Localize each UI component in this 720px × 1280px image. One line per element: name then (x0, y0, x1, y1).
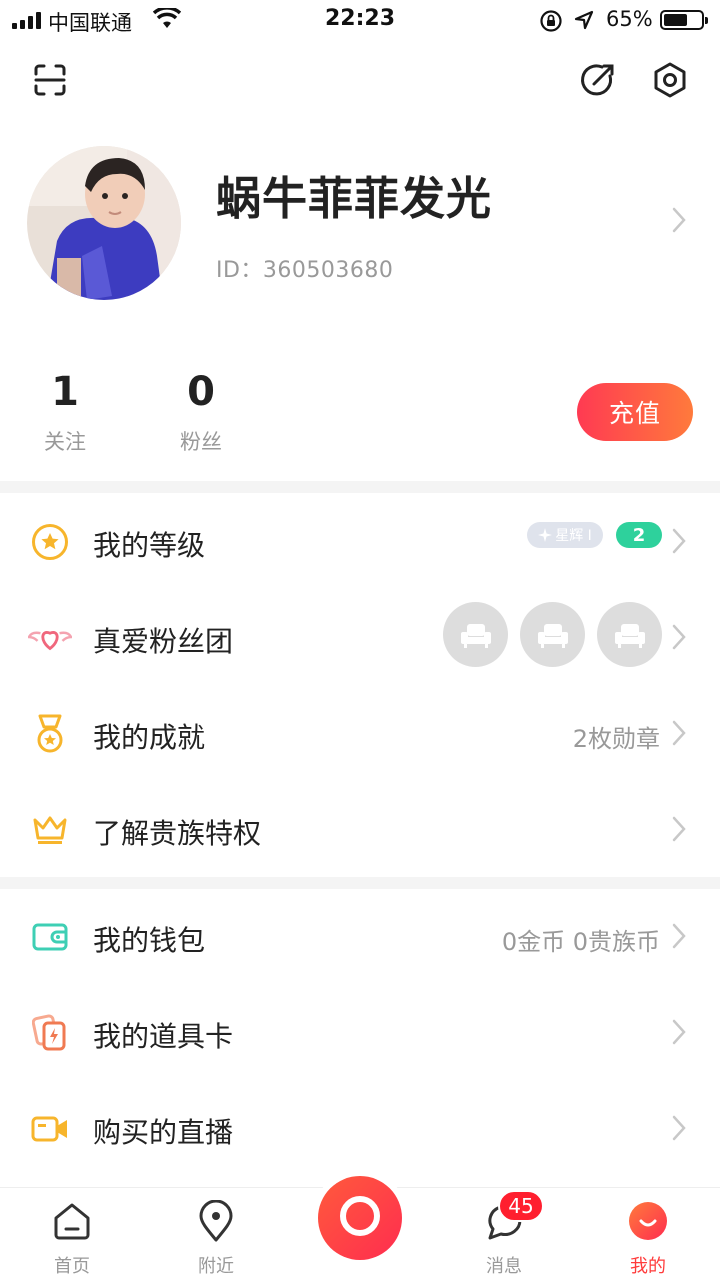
avatar[interactable] (27, 146, 181, 300)
settings-button[interactable] (648, 60, 692, 104)
menu-item-level[interactable]: 我的等级 星辉 I 2 (0, 494, 720, 590)
chevron-right-icon (672, 923, 686, 953)
battery-icon (660, 10, 708, 30)
chevron-right-icon (672, 1019, 686, 1049)
fans-stat[interactable]: 0 粉丝 (151, 364, 251, 456)
status-bar: 中国联通 22:23 65% (0, 0, 720, 40)
nickname[interactable]: 蜗牛菲菲发光 (216, 162, 492, 227)
live-ring-icon (338, 1194, 382, 1242)
scan-button[interactable] (28, 60, 72, 104)
tab-label: 我的 (630, 1256, 666, 1277)
user-id: ID：360503680 (216, 258, 394, 283)
menu-item-label: 真爱粉丝团 (93, 625, 234, 658)
following-stat[interactable]: 1 关注 (15, 364, 115, 456)
following-label: 关注 (44, 430, 86, 454)
menu-item-fan-club[interactable]: 真爱粉丝团 (0, 590, 720, 686)
section-divider (0, 481, 720, 493)
wallet-icon (28, 915, 72, 959)
chevron-right-icon (672, 528, 686, 558)
menu-item-label: 我的等级 (93, 529, 206, 562)
crown-icon (28, 808, 72, 852)
chevron-right-icon (672, 624, 686, 654)
menu-item-value: 0金币 0贵族币 (501, 928, 660, 956)
section-divider (0, 877, 720, 889)
menu-item-achievements[interactable]: 我的成就 2枚勋章 (0, 686, 720, 782)
menu-item-prop-cards[interactable]: 我的道具卡 (0, 985, 720, 1081)
menu-item-label: 我的成就 (93, 721, 206, 754)
tab-label: 消息 (486, 1256, 522, 1277)
video-camera-icon (28, 1107, 72, 1151)
menu-item-nobility[interactable]: 了解贵族特权 (0, 782, 720, 878)
menu-item-label: 了解贵族特权 (93, 817, 262, 850)
menu-item-label: 我的道具卡 (93, 1020, 234, 1053)
home-icon (27, 1198, 117, 1244)
menu-item-wallet[interactable]: 我的钱包 0金币 0贵族币 (0, 889, 720, 985)
message-count-badge: 45 (498, 1190, 544, 1222)
scan-icon (33, 63, 67, 101)
recharge-button[interactable]: 充值 (577, 383, 693, 441)
location-pin-icon (171, 1198, 261, 1244)
edit-button[interactable] (576, 60, 620, 104)
chevron-right-icon (672, 1115, 686, 1145)
menu-item-label: 我的钱包 (93, 924, 206, 957)
sofa-icon (597, 602, 662, 667)
menu-item-purchased-live[interactable]: 购买的直播 (0, 1081, 720, 1177)
mine-face-icon (603, 1198, 693, 1244)
star-icon (28, 520, 72, 564)
settings-icon (652, 62, 688, 102)
tab-nearby[interactable]: 附近 (171, 1198, 261, 1278)
menu-item-value: 2枚勋章 (572, 725, 660, 753)
sofa-icon (443, 602, 508, 667)
card-icon (28, 1011, 72, 1055)
chevron-right-icon (672, 816, 686, 846)
rank-badge-text: 星辉 I (555, 528, 592, 544)
profile-chevron-icon[interactable] (672, 207, 686, 237)
fans-label: 粉丝 (180, 430, 222, 454)
heart-wings-icon (28, 616, 72, 660)
battery-percent: 65% (606, 7, 653, 31)
rank-badge: 星辉 I (527, 522, 603, 548)
edit-icon (580, 62, 616, 102)
following-count: 1 (51, 369, 79, 415)
start-live-button[interactable] (318, 1176, 402, 1260)
tab-home[interactable]: 首页 (27, 1198, 117, 1278)
fans-count: 0 (187, 369, 215, 415)
rotation-lock-icon (539, 9, 563, 37)
chevron-right-icon (672, 720, 686, 750)
tab-label: 首页 (54, 1256, 90, 1277)
tab-mine[interactable]: 我的 (603, 1198, 693, 1278)
menu-item-label: 购买的直播 (93, 1116, 234, 1149)
medal-icon (28, 712, 72, 756)
tab-label: 附近 (198, 1256, 234, 1277)
location-arrow-icon (574, 10, 594, 34)
sofa-icon (520, 602, 585, 667)
level-badge: 2 (616, 522, 662, 548)
